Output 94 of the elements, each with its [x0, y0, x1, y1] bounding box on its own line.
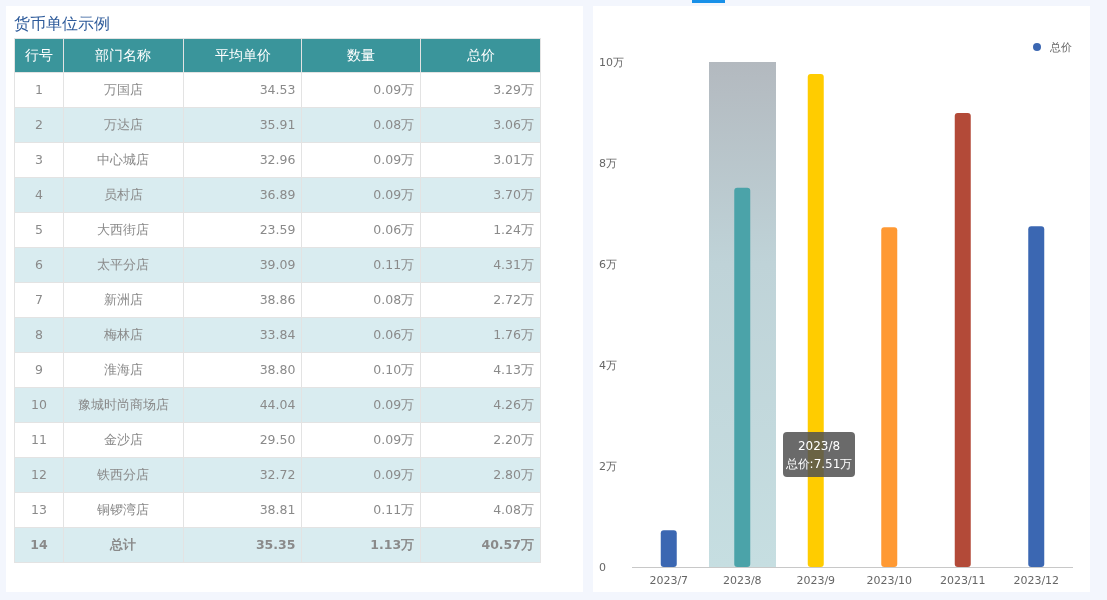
table-cell: 2.80万	[420, 457, 541, 493]
table-cell: 淮海店	[63, 352, 184, 388]
table-cell: 33.84	[183, 317, 302, 353]
table-cell: 1.13万	[301, 527, 421, 563]
table-cell: 0.09万	[301, 457, 421, 493]
table-cell: 3	[14, 142, 64, 178]
table-cell: 0.08万	[301, 107, 421, 143]
table-cell: 4.26万	[420, 387, 541, 423]
axis-tick-label: 10万	[599, 56, 624, 69]
table-cell: 14	[14, 527, 64, 563]
table-cell: 12	[14, 457, 64, 493]
table-cell: 11	[14, 422, 64, 458]
table-cell: 金沙店	[63, 422, 184, 458]
table-cell: 44.04	[183, 387, 302, 423]
table-cell: 0.11万	[301, 492, 421, 528]
table-cell: 2	[14, 107, 64, 143]
table-cell: 万国店	[63, 72, 184, 108]
table-cell: 1.76万	[420, 317, 541, 353]
table-cell: 员村店	[63, 177, 184, 213]
table-cell: 太平分店	[63, 247, 184, 283]
table-cell: 38.81	[183, 492, 302, 528]
table-cell: 40.57万	[420, 527, 541, 563]
table-cell: 2.20万	[420, 422, 541, 458]
legend-label[interactable]: 总价	[1050, 41, 1072, 54]
table-cell: 4.08万	[420, 492, 541, 528]
table-cell: 39.09	[183, 247, 302, 283]
table-cell: 豫城时尚商场店	[63, 387, 184, 423]
axis-category-label: 2023/12	[1013, 574, 1060, 587]
axis-tick-label: 8万	[599, 157, 617, 170]
table-cell: 6	[14, 247, 64, 283]
table-cell: 9	[14, 352, 64, 388]
table-cell: 0.09万	[301, 177, 421, 213]
table-cell: 2.72万	[420, 282, 541, 318]
axis-category-label: 2023/11	[939, 574, 986, 587]
table-cell: 0.06万	[301, 212, 421, 248]
table-cell: 35.35	[183, 527, 302, 563]
table-cell: 34.53	[183, 72, 302, 108]
table-cell: 新洲店	[63, 282, 184, 318]
column-header: 总价	[420, 38, 541, 73]
axis-category-label: 2023/9	[796, 574, 836, 587]
table-cell: 大西街店	[63, 212, 184, 248]
column-header: 平均单价	[183, 38, 302, 73]
table-cell: 4	[14, 177, 64, 213]
table-cell: 0.09万	[301, 142, 421, 178]
table-cell: 13	[14, 492, 64, 528]
table-cell: 5	[14, 212, 64, 248]
table-cell: 0.09万	[301, 387, 421, 423]
table-cell: 32.72	[183, 457, 302, 493]
table-cell: 1	[14, 72, 64, 108]
bar[interactable]	[1028, 226, 1045, 567]
table-cell: 铁西分店	[63, 457, 184, 493]
table-cell: 7	[14, 282, 64, 318]
column-header: 行号	[14, 38, 64, 73]
table-cell: 梅林店	[63, 317, 184, 353]
panel-title: 货币单位示例	[14, 14, 111, 34]
table-cell: 36.89	[183, 177, 302, 213]
table-cell: 10	[14, 387, 64, 423]
tab-indicator	[692, 0, 725, 3]
axis-tick-label: 0	[599, 561, 606, 574]
bar[interactable]	[954, 113, 971, 567]
table-cell: 29.50	[183, 422, 302, 458]
table-cell: 35.91	[183, 107, 302, 143]
bar[interactable]	[660, 530, 677, 567]
table-cell: 中心城店	[63, 142, 184, 178]
table-cell: 总计	[63, 527, 184, 563]
column-header: 数量	[301, 38, 421, 73]
axis-category-label: 2023/8	[722, 574, 762, 587]
axis-category-label: 2023/7	[649, 574, 689, 587]
tooltip: 2023/8 总价:7.51万	[783, 432, 855, 477]
table-cell: 3.01万	[420, 142, 541, 178]
table-cell: 38.86	[183, 282, 302, 318]
table-cell: 1.24万	[420, 212, 541, 248]
table-cell: 0.09万	[301, 422, 421, 458]
table-cell: 万达店	[63, 107, 184, 143]
axis-tick-label: 4万	[599, 359, 617, 372]
axis-tick-label: 2万	[599, 460, 617, 473]
table-cell: 32.96	[183, 142, 302, 178]
table-cell: 4.31万	[420, 247, 541, 283]
table-cell: 铜锣湾店	[63, 492, 184, 528]
table-cell: 0.08万	[301, 282, 421, 318]
table-cell: 0.09万	[301, 72, 421, 108]
table-cell: 3.70万	[420, 177, 541, 213]
table-cell: 0.10万	[301, 352, 421, 388]
table-cell: 23.59	[183, 212, 302, 248]
table-cell: 3.06万	[420, 107, 541, 143]
table-cell: 4.13万	[420, 352, 541, 388]
column-header: 部门名称	[63, 38, 184, 73]
table-cell: 0.06万	[301, 317, 421, 353]
table-cell: 3.29万	[420, 72, 541, 108]
table-cell: 0.11万	[301, 247, 421, 283]
axis-category-label: 2023/10	[866, 574, 913, 587]
table-cell: 38.80	[183, 352, 302, 388]
table-cell: 8	[14, 317, 64, 353]
axis-tick-label: 6万	[599, 258, 617, 271]
